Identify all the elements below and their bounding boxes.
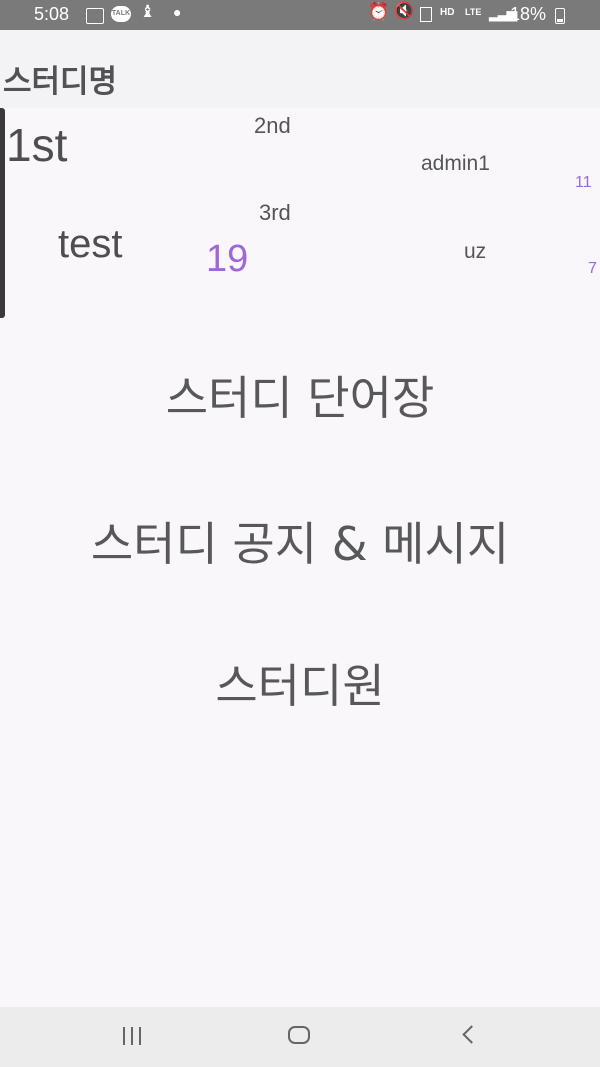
battery-percent: 18% [510,4,547,24]
status-bar: 5:08 TALK ♝ ● ⏰ 🔇 HD LTE ▂▃▅ 18% [0,0,600,30]
home-icon [288,1026,310,1044]
rank-third-name: uz [464,240,487,263]
rank-second-name: admin1 [421,152,490,175]
dot-icon: ● [173,4,182,20]
rank-third: 3rd [259,200,291,225]
page-title: 스터디명 [3,64,118,100]
study-members-button[interactable]: 스터디원 [0,650,600,716]
home-button[interactable] [250,1007,350,1067]
screenshot-icon [86,8,104,24]
kakaotalk-icon: TALK [111,6,131,22]
back-button[interactable] [420,1007,520,1067]
hd-voice-icon: HD [440,7,455,18]
mute-icon: 🔇 [394,3,414,20]
rank-first: 1st [6,119,68,171]
rank-second: 2nd [254,113,291,138]
notification-icon: ♝ [140,2,156,21]
recent-apps-icon [123,1027,145,1047]
rank-first-score: 19 [206,238,249,280]
navigation-bar [0,1007,600,1067]
battery-icon [555,8,565,24]
battery-saver-icon [420,7,432,22]
scroll-indicator[interactable] [0,108,5,318]
rank-third-score: 7 [588,260,597,277]
status-time: 5:08 [34,4,70,24]
recent-apps-button[interactable] [83,1007,183,1067]
study-notice-message-button[interactable]: 스터디 공지 & 메시지 [0,508,600,574]
rank-second-score: 11 [575,174,592,191]
study-vocabulary-button[interactable]: 스터디 단어장 [0,362,600,428]
lte-icon: LTE [465,7,482,17]
alarm-icon: ⏰ [368,2,390,21]
back-icon [462,1025,481,1044]
rank-first-name: test [58,222,123,266]
